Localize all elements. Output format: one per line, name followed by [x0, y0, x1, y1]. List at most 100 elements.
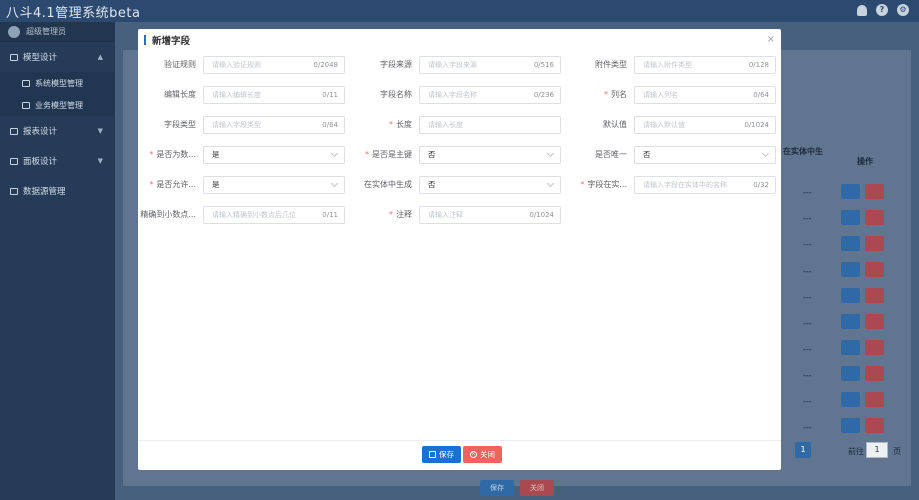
user-info[interactable]: 超级管理员 — [0, 22, 115, 42]
edit-icon[interactable] — [841, 366, 860, 381]
row-actions — [841, 392, 884, 407]
delete-icon[interactable] — [865, 418, 884, 433]
background-save-button[interactable]: 保存 — [480, 480, 514, 496]
placeholder: 请输入默认值 — [643, 121, 685, 129]
table-row-dash: --- — [803, 214, 812, 223]
allow-null-select[interactable]: 是 — [203, 176, 345, 194]
row-actions — [841, 184, 884, 199]
sidebar-item-business-model[interactable]: 业务模型管理 — [0, 94, 115, 116]
delete-icon[interactable] — [865, 314, 884, 329]
edit-icon[interactable] — [841, 210, 860, 225]
select-value: 否 — [643, 150, 651, 159]
datasource-icon — [10, 187, 18, 195]
help-icon[interactable]: ? — [876, 4, 888, 16]
delete-icon[interactable] — [865, 392, 884, 407]
field-label: * 是否为数... — [149, 150, 196, 159]
column-header-entity: 在实体中生 — [783, 147, 823, 156]
verify-rule-input[interactable]: 请输入验证规则 0/2048 — [203, 56, 345, 74]
remark-input[interactable]: 请输入注释 0/1024 — [419, 206, 561, 224]
is-numeric-select[interactable]: 是 — [203, 146, 345, 164]
edit-icon[interactable] — [841, 314, 860, 329]
delete-icon[interactable] — [865, 366, 884, 381]
chevron-down-icon — [330, 179, 339, 188]
sidebar-item-datasource[interactable]: 数据源管理 — [0, 176, 115, 206]
edit-icon[interactable] — [841, 184, 860, 199]
field-name-input[interactable]: 请输入字段名称 0/236 — [419, 86, 561, 104]
row-actions — [841, 340, 884, 355]
report-icon — [10, 127, 18, 135]
select-value: 是 — [212, 180, 220, 189]
close-icon[interactable]: × — [767, 34, 775, 45]
sidebar-group-model-design[interactable]: 模型设计 ▲ — [0, 42, 115, 72]
delete-icon[interactable] — [865, 236, 884, 251]
sidebar-group-panel-design[interactable]: 面板设计 ▼ — [0, 146, 115, 176]
pagination-current-page[interactable]: 1 — [795, 442, 811, 458]
attach-type-input[interactable]: 请输入附件类型 0/128 — [634, 56, 776, 74]
edit-icon[interactable] — [841, 392, 860, 407]
is-unique-select[interactable]: 否 — [634, 146, 776, 164]
is-primary-select[interactable]: 否 — [419, 146, 561, 164]
sidebar-item-system-model[interactable]: 系统模型管理 — [0, 72, 115, 94]
char-count: 0/11 — [322, 91, 338, 99]
edit-icon[interactable] — [841, 418, 860, 433]
table-row-dash: --- — [803, 397, 812, 406]
background-close-button[interactable]: 关闭 — [520, 480, 554, 496]
chevron-down-icon — [330, 149, 339, 158]
pagination-goto-input[interactable]: 1 — [866, 442, 888, 458]
field-label: 在实体中生成 — [364, 180, 412, 189]
save-button[interactable]: 保存 — [422, 446, 461, 463]
edit-icon[interactable] — [841, 340, 860, 355]
entity-name-input[interactable]: 请输入字段在实体中的名称 0/32 — [634, 176, 776, 194]
sidebar: 超级管理员 模型设计 ▲ 系统模型管理 业务模型管理 报表设计 ▼ 面板设计 ▼… — [0, 22, 115, 500]
sidebar-group-label: 报表设计 — [23, 127, 58, 137]
table-row-dash: --- — [803, 345, 812, 354]
char-count: 0/64 — [753, 91, 769, 99]
sidebar-item-label: 系统模型管理 — [35, 78, 83, 88]
placeholder: 请输入字段类型 — [212, 121, 261, 129]
field-source-input[interactable]: 请输入字段来源 0/516 — [419, 56, 561, 74]
delete-icon[interactable] — [865, 262, 884, 277]
avatar — [8, 25, 20, 38]
field-label: 默认值 — [603, 120, 627, 129]
char-count: 0/64 — [322, 121, 338, 129]
bell-icon[interactable] — [857, 5, 867, 16]
delete-icon[interactable] — [865, 288, 884, 303]
row-actions — [841, 418, 884, 433]
default-value-input[interactable]: 请输入默认值 0/1024 — [634, 116, 776, 134]
edit-icon[interactable] — [841, 262, 860, 277]
sidebar-group-label: 面板设计 — [23, 157, 58, 167]
sidebar-group-label: 模型设计 — [23, 53, 58, 63]
delete-icon[interactable] — [865, 210, 884, 225]
field-label: 字段名称 — [380, 90, 412, 99]
length-input[interactable]: 请输入长度 — [419, 116, 561, 134]
row-actions — [841, 314, 884, 329]
column-name-input[interactable]: 请输入列名 0/64 — [634, 86, 776, 104]
sidebar-group-report-design[interactable]: 报表设计 ▼ — [0, 116, 115, 146]
edit-icon[interactable] — [841, 288, 860, 303]
column-header-operation: 操作 — [857, 157, 873, 166]
row-actions — [841, 236, 884, 251]
decimal-precision-input[interactable]: 请输入精确到小数点后几位 0/11 — [203, 206, 345, 224]
chevron-down-icon: ▼ — [97, 127, 103, 135]
field-type-input[interactable]: 请输入字段类型 0/64 — [203, 116, 345, 134]
char-count: 0/32 — [753, 181, 769, 189]
delete-icon[interactable] — [865, 184, 884, 199]
close-label: 关闭 — [480, 450, 495, 459]
header-actions: ? ⚙ — [857, 4, 909, 16]
add-field-dialog: 新增字段 × 验证规则 请输入验证规则 0/2048 字段来源 请输入字段来源 … — [138, 29, 781, 470]
delete-icon[interactable] — [865, 340, 884, 355]
close-button[interactable]: × 关闭 — [463, 446, 502, 463]
entity-generate-select[interactable]: 否 — [419, 176, 561, 194]
placeholder: 请输入列名 — [643, 91, 678, 99]
pagination-goto-suffix: 页 — [893, 447, 901, 456]
field-label: * 列名 — [604, 90, 627, 99]
dialog-title: 新增字段 — [152, 36, 191, 47]
edit-length-input[interactable]: 请输入编辑长度 0/11 — [203, 86, 345, 104]
settings-icon[interactable]: ⚙ — [897, 4, 909, 16]
table-row-dash: --- — [803, 293, 812, 302]
field-label: 验证规则 — [164, 60, 196, 69]
edit-icon[interactable] — [841, 236, 860, 251]
table-row-dash: --- — [803, 240, 812, 249]
row-actions — [841, 210, 884, 225]
select-value: 否 — [428, 180, 436, 189]
